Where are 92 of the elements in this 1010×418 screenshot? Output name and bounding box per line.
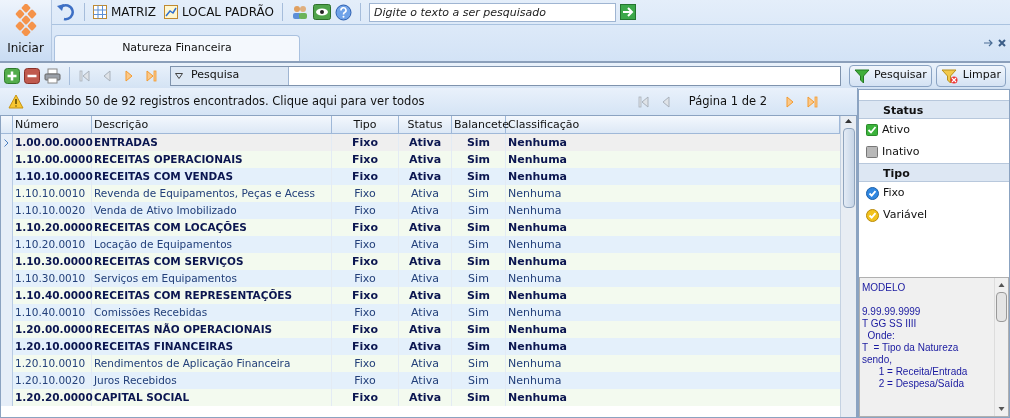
model-note-line: 2 = Despesa/Saída: [877, 378, 965, 390]
table-row[interactable]: 1.10.20.0010 Locação de Equipamentos Fixo Ativa Sim Nenhuma: [1, 236, 840, 253]
legend-label: Variável: [883, 206, 928, 223]
records-message[interactable]: Exibindo 50 de 92 registros encontrados. Clique aqui para ver todos: [32, 92, 425, 111]
page-indicator: Página 1 de 2: [688, 92, 767, 110]
table-row[interactable]: 1.10.10.0010 Revenda de Equipamentos, Peças e Acess Fixo Ativa Sim Nenhuma: [1, 185, 840, 202]
table-cell: Ativa: [399, 389, 452, 406]
table-cell-text: Nenhuma: [507, 339, 569, 355]
check-circle-icon: [866, 186, 879, 200]
close-icon[interactable]: [998, 39, 1006, 47]
table-row[interactable]: 1.10.10.0000RECEITAS COM VENDAS Fixo Ativa Sim Nenhuma: [1, 168, 840, 185]
chart-icon: [164, 5, 179, 19]
undo-icon[interactable]: [56, 3, 76, 21]
column-header[interactable]: Status: [399, 116, 452, 133]
table-cell: 1.20.20.0000: [13, 389, 92, 406]
column-header[interactable]: Número: [13, 116, 92, 133]
row-selector[interactable]: [1, 134, 13, 151]
legend-label: Inativo: [882, 143, 920, 160]
table-row[interactable]: 1.10.40.0000RECEITAS COM REPRESENTAÇÕES Fixo Ativa Sim Nenhuma: [1, 287, 840, 304]
model-note-line: T GG SS IIII: [862, 318, 918, 330]
column-header[interactable]: Descrição: [92, 116, 332, 133]
table-cell-text: Nenhuma: [507, 169, 569, 185]
model-note-line: 9.99.99.9999: [862, 306, 922, 318]
scroll-up-icon[interactable]: [998, 282, 1005, 288]
help-icon[interactable]: [335, 3, 353, 21]
legend-label: Fixo: [883, 184, 905, 201]
scroll-thumb[interactable]: [996, 292, 1007, 322]
table-cell-text: Nenhuma: [507, 356, 563, 372]
search-field[interactable]: Digite o texto a ser pesquisado: [369, 2, 617, 22]
model-note-line: T = Tipo da Natureza: [862, 342, 960, 354]
table-cell-text: Nenhuma: [507, 373, 563, 389]
scroll-thumb[interactable]: [842, 128, 855, 208]
eye-icon[interactable]: [313, 4, 332, 20]
funnel-clear-icon: [940, 67, 959, 84]
table-row[interactable]: 1.10.30.0000RECEITAS COM SERVIÇOS Fixo Ativa Sim Nenhuma: [1, 253, 840, 270]
square-icon: [866, 146, 878, 158]
tab[interactable]: Natureza Financeira: [54, 35, 300, 61]
table-row[interactable]: 1.20.10.0010 Rendimentos de Aplicação Financeira Fixo Ativa Sim Nenhuma: [1, 355, 840, 372]
start-button[interactable]: Iniciar: [0, 0, 52, 61]
table-row[interactable]: 1.10.00.0000RECEITAS OPERACIONAIS Fixo Ativa Sim Nenhuma: [1, 151, 840, 168]
grid-icon: [93, 5, 107, 19]
table-row[interactable]: 1.20.10.0020 Juros Recebidos Fixo Ativa Sim Nenhuma: [1, 372, 840, 389]
table-cell-text: Nenhuma: [507, 322, 569, 338]
table-cell-text: Nenhuma: [507, 135, 569, 151]
table-cell-text: Nenhuma: [507, 220, 569, 236]
row-pointer-icon: [4, 138, 9, 147]
table-row[interactable]: 1.20.20.0000CAPITAL SOCIAL Fixo Ativa Sim Nenhuma: [1, 389, 840, 406]
add-icon[interactable]: [4, 67, 20, 84]
clear-button[interactable]: Limpar: [935, 64, 1006, 87]
table-row[interactable]: 1.10.10.0020 Venda de Ativo Imobilizado Fixo Ativa Sim Nenhuma: [1, 202, 840, 219]
funnel-icon: [854, 67, 871, 84]
last-page-icon[interactable]: [805, 94, 819, 109]
table-cell-text: Nenhuma: [507, 288, 569, 304]
column-header[interactable]: Tipo: [332, 116, 399, 133]
table-cell-text: Nenhuma: [507, 186, 563, 202]
scrollbar[interactable]: [840, 116, 856, 417]
table-cell: Sim: [452, 389, 506, 406]
table-cell-text: Nenhuma: [507, 305, 563, 321]
table-row[interactable]: 1.20.10.0000RECEITAS FINANCEIRAS Fixo Ativa Sim Nenhuma: [1, 338, 840, 355]
table-row[interactable]: 1.10.20.0000RECEITAS COM LOCAÇÕES Fixo Ativa Sim Nenhuma: [1, 219, 840, 236]
legend-label: Ativo: [882, 121, 910, 138]
model-note-line: sendo,: [862, 354, 894, 366]
model-note-line: 1 = Receita/Entrada: [877, 366, 969, 378]
table-row[interactable]: 1.10.30.0010 Serviços em Equipamentos Fixo Ativa Sim Nenhuma: [1, 270, 840, 287]
table-cell-text: Nenhuma: [507, 152, 569, 168]
last-page-icon[interactable]: [144, 68, 158, 83]
check-icon: [866, 124, 878, 136]
model-note-line: Onde:: [866, 330, 896, 342]
pin-arrow-icon[interactable]: [984, 39, 994, 47]
table-cell-text: Nenhuma: [507, 390, 569, 406]
table-cell: Fixo: [332, 389, 399, 406]
scroll-up-icon[interactable]: [844, 116, 853, 126]
company-button[interactable]: MATRIZ: [93, 3, 157, 21]
printer-icon[interactable]: [44, 67, 61, 84]
table-row[interactable]: 1.10.40.0010 Comissões Recebidas Fixo Ativa Sim Nenhuma: [1, 304, 840, 321]
location-button[interactable]: LOCAL PADRÃO: [164, 3, 275, 21]
remove-icon[interactable]: [24, 67, 40, 84]
table-row[interactable]: 1.20.00.0000RECEITAS NÃO OPERACIONAIS Fixo Ativa Sim Nenhuma: [1, 321, 840, 338]
table-cell-text: Nenhuma: [507, 271, 563, 287]
scroll-down-icon[interactable]: [998, 406, 1005, 412]
table-cell-text: Nenhuma: [507, 203, 563, 219]
table-cell-text: Nenhuma: [507, 254, 569, 270]
search-button[interactable]: Pesquisar: [849, 64, 932, 87]
warning-icon: [8, 94, 24, 109]
table-row[interactable]: 1.00.00.0000ENTRADAS Fixo Ativa Sim Nenhuma: [1, 134, 840, 151]
model-note-line: MODELO: [862, 282, 907, 294]
check-circle-icon: [866, 208, 879, 222]
legend-section-header: Status: [859, 100, 1009, 119]
go-arrow-icon[interactable]: [620, 4, 637, 20]
table-cell-text: Nenhuma: [507, 237, 563, 253]
legend-section-header: Tipo: [859, 163, 1009, 182]
table-cell: CAPITAL SOCIAL: [92, 389, 332, 406]
